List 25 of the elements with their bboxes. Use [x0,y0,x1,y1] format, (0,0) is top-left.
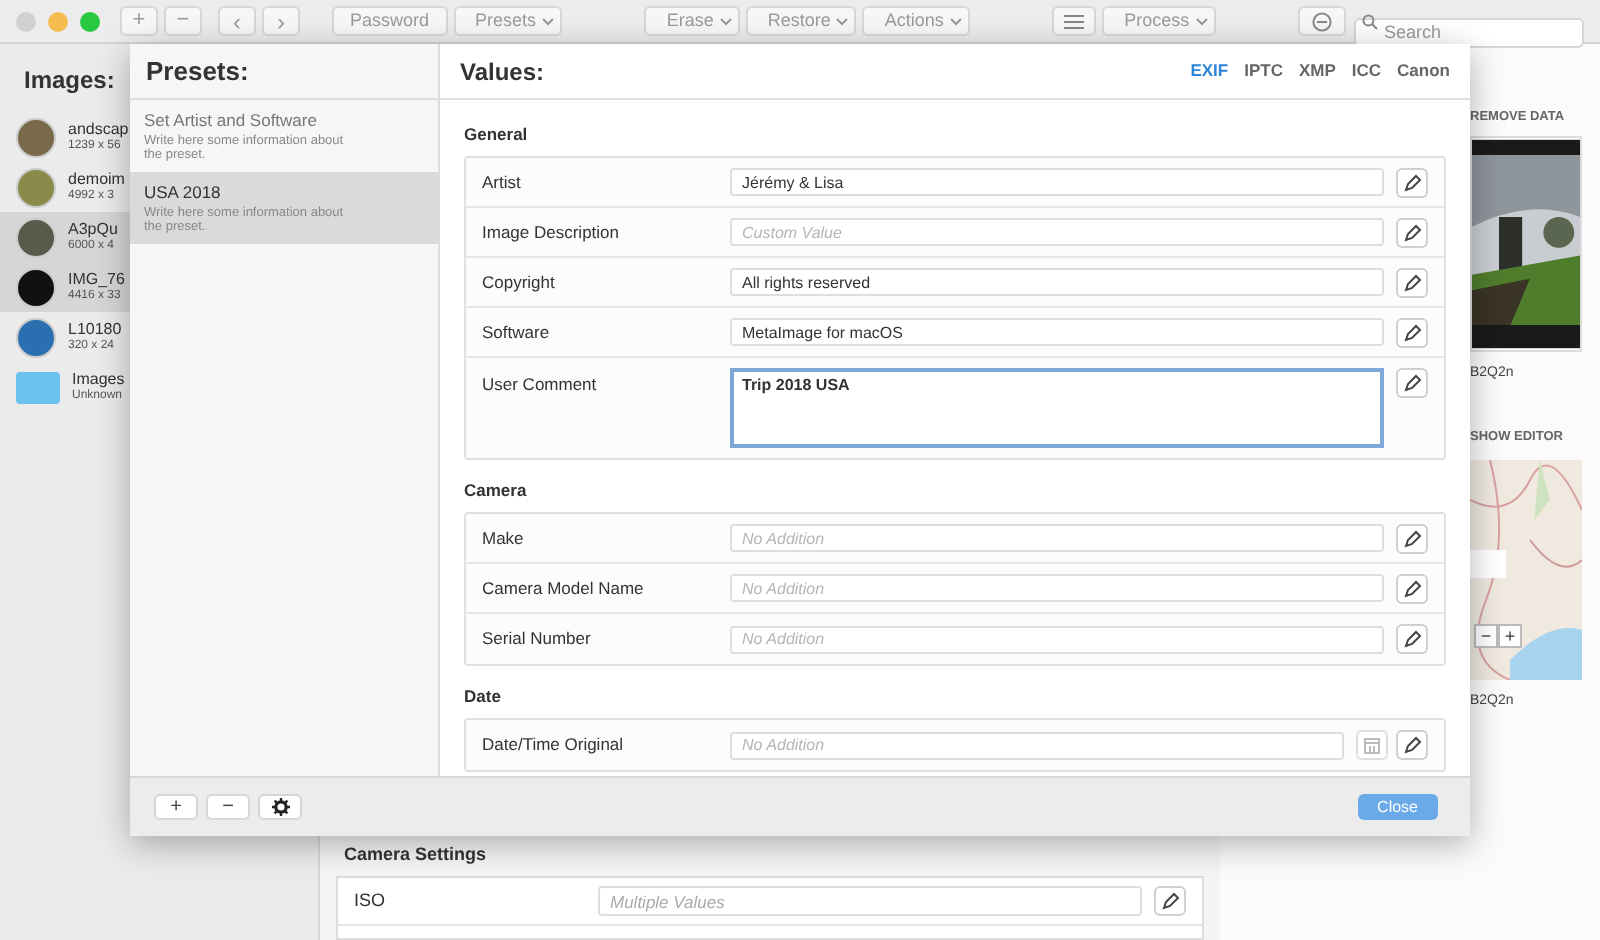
panel-title: Presets: [130,44,438,100]
image-name: L10180 [68,321,122,339]
section-title: Date [464,683,503,710]
field-label: ISO [354,887,388,914]
field-label: User Comment [482,372,599,398]
image-name: andscap [68,121,129,139]
image-name: demoim [68,171,125,189]
image-name: IMG_76 [68,271,125,289]
panel-title: Values: [460,55,545,89]
preset-name: Set Artist and Software [144,108,319,134]
image-name: A3pQu [68,221,118,239]
field-label: Date/Time Original [482,732,626,758]
field-label: Serial Number [482,626,593,652]
sidebar-title: Images: [24,64,117,98]
section-title: Camera Settings [342,841,489,868]
section-title: Camera [464,477,529,504]
field-label: Camera Model Name [482,575,646,601]
field-label: Artist [482,169,523,195]
field-label: Software [482,319,552,345]
preset-name: USA 2018 [144,180,223,206]
field-label: Copyright [482,269,557,295]
section-title: General [464,121,530,148]
field-label: Make [482,525,526,551]
image-name: Images [72,371,125,389]
field-label: Image Description [482,219,622,245]
